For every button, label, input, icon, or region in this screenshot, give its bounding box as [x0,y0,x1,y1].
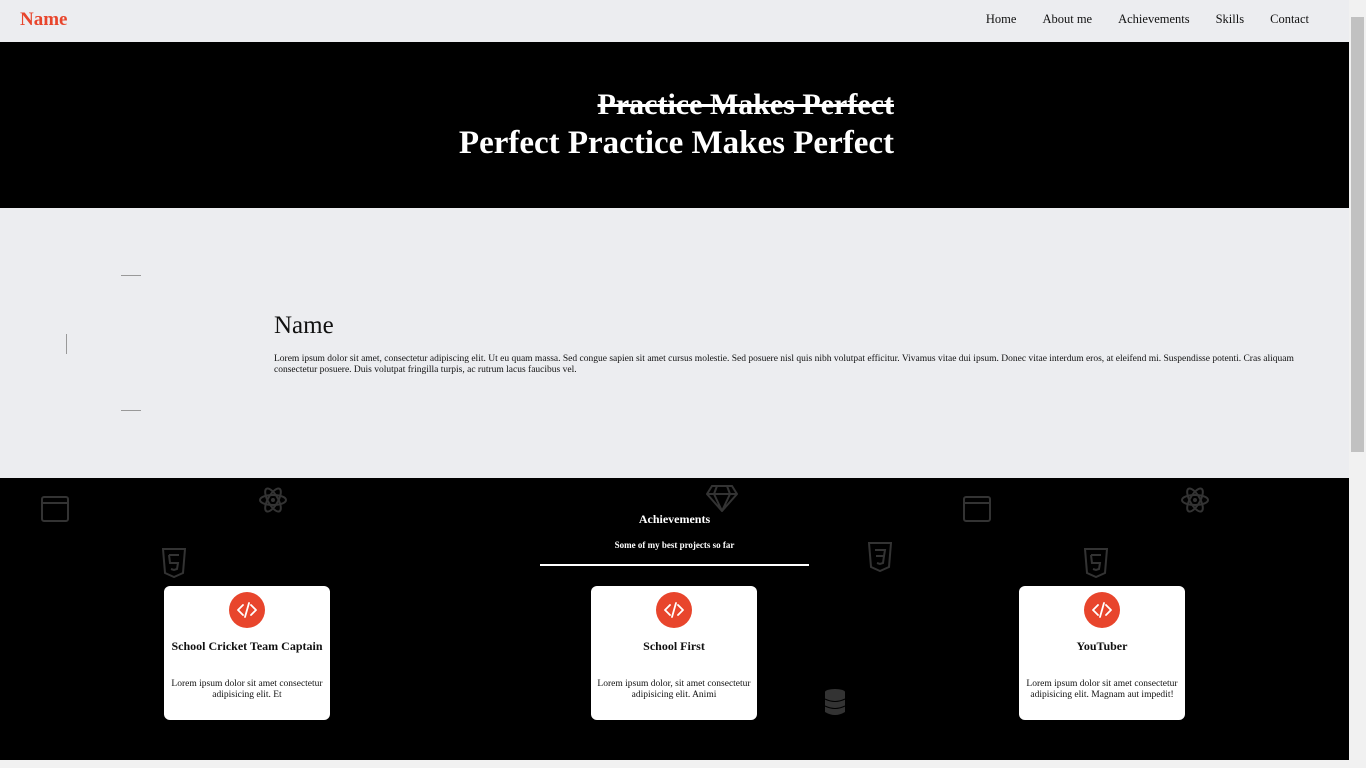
achievements-title: Achievements [638,512,711,526]
diamond-icon [706,485,738,512]
avatar-border-left [66,334,67,354]
achievements-section: Achievements Some of my best projects so… [0,478,1349,760]
avatar [66,275,202,411]
avatar-border-top [121,275,141,276]
achievement-card-school-first[interactable]: School First Lorem ipsum dolor, sit amet… [591,586,757,720]
card-description: Lorem ipsum dolor, sit amet consectetur … [597,679,751,700]
brand-logo[interactable]: Name [20,9,67,31]
html5-icon [1084,548,1108,578]
hero-headline: Perfect Practice Makes Perfect [458,125,894,161]
achievements-subtitle: Some of my best projects so far [614,540,735,550]
nav-menu: Home About me Achievements Skills Contac… [960,12,1309,27]
about-description: Lorem ipsum dolor sit amet, consectetur … [274,354,1294,375]
achievement-card-youtuber[interactable]: YouTuber Lorem ipsum dolor sit amet cons… [1019,586,1185,720]
card-description: Lorem ipsum dolor sit amet consectetur a… [171,679,323,700]
about-section: Name Lorem ipsum dolor sit amet, consect… [0,208,1349,478]
hero-banner: Practice Makes Perfect Perfect Practice … [0,42,1349,208]
hero-struck-text: Practice Makes Perfect [597,88,894,121]
nav-achievements[interactable]: Achievements [1118,12,1190,27]
card-description: Lorem ipsum dolor sit amet consectetur a… [1026,679,1178,700]
navbar: Name Home About me Achievements Skills C… [0,0,1349,42]
achievement-card-cricket[interactable]: School Cricket Team Captain Lorem ipsum … [164,586,330,720]
code-icon [1084,592,1120,628]
card-title: School Cricket Team Captain [171,639,323,653]
nav-contact[interactable]: Contact [1270,12,1309,27]
page-bottom-strip [0,760,1349,768]
card-title: YouTuber [1076,639,1128,653]
code-icon [229,592,265,628]
nav-skills[interactable]: Skills [1216,12,1245,27]
scrollbar-thumb[interactable] [1351,17,1364,452]
nav-home[interactable]: Home [986,12,1017,27]
code-icon [656,592,692,628]
database-icon [824,689,846,715]
avatar-border-bottom [121,410,141,411]
nav-about-me[interactable]: About me [1042,12,1092,27]
card-title: School First [643,639,705,653]
achievements-divider [540,564,809,566]
about-name: Name [274,312,334,339]
vertical-scrollbar[interactable] [1349,0,1366,768]
html5-icon [162,548,186,578]
